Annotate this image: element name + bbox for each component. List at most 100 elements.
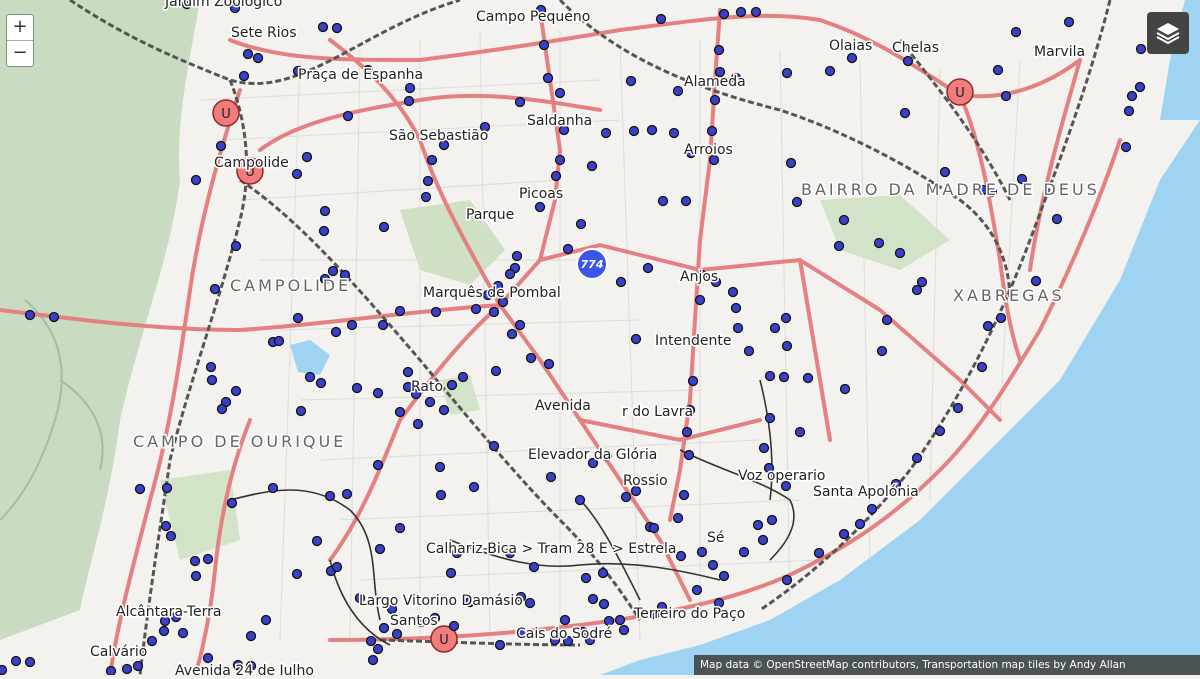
stop-marker[interactable] [707, 559, 719, 571]
stop-marker[interactable] [802, 372, 814, 384]
stop-marker[interactable] [995, 312, 1007, 324]
stop-marker[interactable] [1123, 105, 1135, 117]
metro-station-marker[interactable]: U [212, 99, 240, 127]
stop-marker[interactable] [538, 39, 550, 51]
stop-marker[interactable] [242, 48, 254, 60]
stop-marker[interactable] [680, 195, 692, 207]
stop-marker[interactable] [976, 361, 988, 373]
stop-marker[interactable] [291, 168, 303, 180]
stop-marker[interactable] [687, 375, 699, 387]
stop-marker[interactable] [1135, 43, 1147, 55]
stop-marker[interactable] [713, 44, 725, 56]
stop-marker[interactable] [422, 175, 434, 187]
layers-button[interactable] [1147, 12, 1189, 54]
stop-marker[interactable] [758, 442, 770, 454]
stop-marker[interactable] [542, 72, 554, 84]
stop-marker[interactable] [490, 365, 502, 377]
stop-marker[interactable] [939, 166, 951, 178]
stop-marker[interactable] [374, 543, 386, 555]
stop-marker[interactable] [1010, 26, 1022, 38]
stop-marker[interactable] [982, 320, 994, 332]
stop-marker[interactable] [586, 160, 598, 172]
stop-marker[interactable] [614, 614, 626, 626]
stop-marker[interactable] [1120, 141, 1132, 153]
stop-marker[interactable] [245, 630, 257, 642]
stop-marker[interactable] [545, 471, 557, 483]
stop-marker[interactable] [48, 311, 60, 323]
stop-marker[interactable] [562, 243, 574, 255]
stop-marker[interactable] [683, 449, 695, 461]
stop-marker[interactable] [785, 157, 797, 169]
stop-marker[interactable] [625, 75, 637, 87]
stop-marker[interactable] [215, 140, 227, 152]
stop-marker[interactable] [319, 205, 331, 217]
stop-marker[interactable] [575, 218, 587, 230]
stop-marker[interactable] [190, 174, 202, 186]
stop-marker[interactable] [445, 567, 457, 579]
stop-marker[interactable] [488, 440, 500, 452]
stop-marker[interactable] [899, 107, 911, 119]
stop-marker[interactable] [446, 379, 458, 391]
stop-marker[interactable] [372, 643, 384, 655]
stop-marker[interactable] [766, 514, 778, 526]
stop-marker[interactable] [646, 124, 658, 136]
stop-marker[interactable] [603, 615, 615, 627]
stop-marker[interactable] [206, 374, 218, 386]
stop-marker[interactable] [488, 306, 500, 318]
stop-marker[interactable] [457, 371, 469, 383]
stop-marker[interactable] [434, 461, 446, 473]
stop-marker[interactable] [1126, 90, 1138, 102]
cluster-marker[interactable]: 774 [576, 248, 608, 280]
stop-marker[interactable] [911, 452, 923, 464]
stop-marker[interactable] [230, 385, 242, 397]
stop-marker[interactable] [327, 265, 339, 277]
stop-marker[interactable] [534, 201, 546, 213]
stop-marker[interactable] [559, 614, 571, 626]
stop-marker[interactable] [426, 154, 438, 166]
stop-marker[interactable] [132, 660, 144, 672]
stop-marker[interactable] [642, 262, 654, 274]
stop-marker[interactable] [146, 635, 158, 647]
stop-marker[interactable] [311, 535, 323, 547]
stop-marker[interactable] [424, 396, 436, 408]
stop-marker[interactable] [618, 624, 630, 636]
stop-marker[interactable] [226, 497, 238, 509]
stop-marker[interactable] [554, 154, 566, 166]
stop-marker[interactable] [881, 314, 893, 326]
stop-marker[interactable] [769, 322, 781, 334]
stop-marker[interactable] [10, 655, 22, 667]
stop-marker[interactable] [448, 620, 460, 632]
stop-marker[interactable] [620, 491, 632, 503]
stop-marker[interactable] [764, 370, 776, 382]
stop-marker[interactable] [992, 64, 1004, 76]
stop-marker[interactable] [657, 195, 669, 207]
stop-marker[interactable] [105, 665, 117, 677]
stop-marker[interactable] [1030, 275, 1042, 287]
stop-marker[interactable] [598, 598, 610, 610]
stop-marker[interactable] [730, 302, 742, 314]
stop-marker[interactable] [404, 82, 416, 94]
stop-marker[interactable] [1051, 213, 1063, 225]
stop-marker[interactable] [506, 328, 518, 340]
stop-marker[interactable] [952, 402, 964, 414]
stop-marker[interactable] [846, 52, 858, 64]
stop-marker[interactable] [0, 664, 8, 676]
stop-marker[interactable] [468, 481, 480, 493]
stop-marker[interactable] [372, 387, 384, 399]
stop-marker[interactable] [854, 518, 866, 530]
stop-marker[interactable] [511, 250, 523, 262]
stop-marker[interactable] [394, 406, 406, 418]
stop-marker[interactable] [780, 312, 792, 324]
stop-marker[interactable] [902, 55, 914, 67]
stop-marker[interactable] [839, 383, 851, 395]
stop-marker[interactable] [391, 628, 403, 640]
stop-marker[interactable] [738, 546, 750, 558]
stop-marker[interactable] [781, 340, 793, 352]
stop-marker[interactable] [681, 426, 693, 438]
stop-marker[interactable] [121, 663, 133, 675]
stop-marker[interactable] [668, 127, 680, 139]
stop-marker[interactable] [727, 286, 739, 298]
stop-marker[interactable] [378, 622, 390, 634]
stop-marker[interactable] [672, 512, 684, 524]
stop-marker[interactable] [304, 371, 316, 383]
